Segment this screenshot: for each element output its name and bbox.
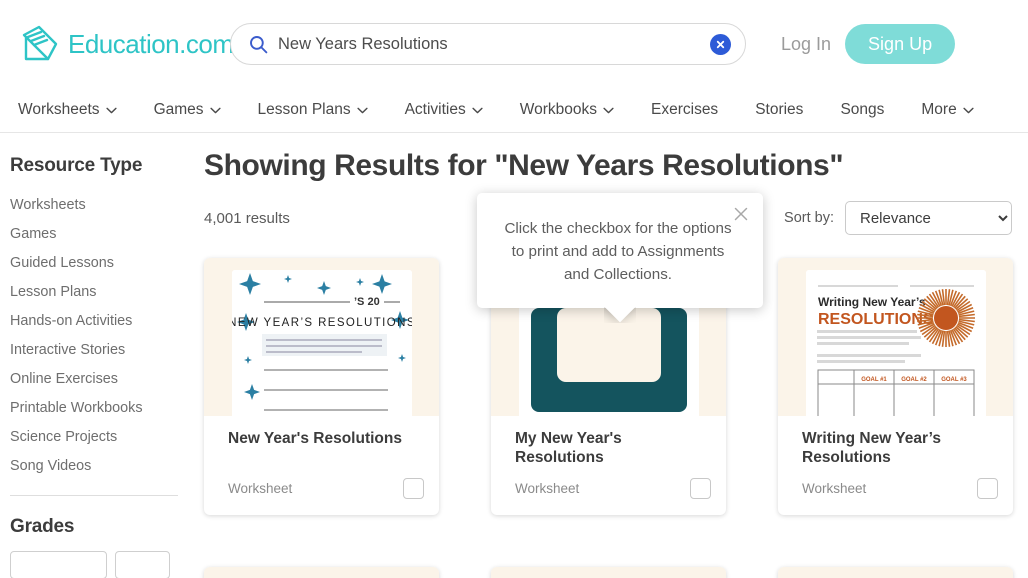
nav-item-label: Songs — [840, 101, 885, 118]
sidebar-item-science-projects[interactable]: Science Projects — [10, 423, 182, 452]
svg-text:Writing New Year’s: Writing New Year’s — [818, 295, 926, 309]
nav-item-label: Activities — [404, 101, 466, 118]
nav-item-games[interactable]: Games — [154, 101, 237, 119]
sidebar-item-online-exercises[interactable]: Online Exercises — [10, 365, 182, 394]
resource-type-list: Worksheets Games Guided Lessons Lesson Plan… — [10, 191, 182, 481]
card-thumbnail[interactable]: Writing New Year’s RESOLUTIONS GOAL #1 GOAL… — [778, 258, 1013, 416]
close-icon[interactable] — [732, 205, 750, 223]
sign-up-button[interactable]: Sign Up — [845, 24, 956, 64]
nav-item-label: Stories — [755, 101, 804, 118]
svg-text:NEW YEAR’S RESOLUTIONS: NEW YEAR’S RESOLUTIONS — [232, 317, 412, 329]
nav-item-activities[interactable]: Activities — [405, 101, 499, 119]
tooltip-text: Click the checkbox for the options to pr… — [504, 220, 732, 284]
tooltip-arrow — [604, 307, 636, 323]
card-thumbnail[interactable]: New Year’s Ball Drop Coloring PageEvery … — [204, 567, 439, 578]
log-in-link[interactable]: Log In — [777, 30, 835, 59]
checkbox-hint-tooltip: Click the checkbox for the options to pr… — [477, 193, 763, 309]
card-footer: Worksheet — [778, 469, 1013, 515]
card-footer: Worksheet — [204, 469, 439, 515]
nav-item-more[interactable]: More — [921, 101, 989, 119]
grade-range-inputs — [10, 551, 182, 578]
chevron-down-icon — [603, 107, 614, 114]
results-count: 4,001 results — [204, 209, 290, 227]
search-icon — [249, 35, 268, 54]
sidebar-item-printable-workbooks[interactable]: Printable Workbooks — [10, 394, 182, 423]
nav-item-label: More — [921, 101, 957, 118]
chevron-down-icon — [356, 107, 368, 114]
card-checkbox[interactable] — [690, 478, 711, 499]
site-header: Education.com Log In Sign Up — [0, 0, 1028, 88]
worksheet-preview-icon: ’S 20 NEW YEAR’S RESOLUTIONS — [231, 270, 412, 416]
nav-item-label: Workbooks — [519, 101, 597, 118]
card-resource-type: Worksheet — [802, 481, 867, 496]
svg-text:GOAL #2: GOAL #2 — [901, 377, 927, 383]
grade-to-input[interactable] — [115, 551, 170, 578]
grades-heading: Grades — [10, 516, 75, 537]
page-body: Resource Type Worksheets Games Guided Less… — [0, 133, 1028, 578]
nav-item-stories[interactable]: Stories — [755, 101, 819, 119]
auth-actions: Log In Sign Up — [777, 24, 956, 64]
card-title: My New Year's Resolutions — [515, 430, 622, 467]
svg-text:GOAL #3: GOAL #3 — [941, 377, 967, 383]
clear-search-icon[interactable] — [710, 33, 731, 55]
grade-from-input[interactable] — [10, 551, 107, 578]
sidebar-item-guided-lessons[interactable]: Guided Lessons — [10, 249, 182, 278]
result-card[interactable]: Writing New Year’s RESOLUTIONS GOAL #1 GOAL… — [778, 258, 1013, 515]
sidebar-item-worksheets[interactable]: Worksheets — [10, 191, 182, 220]
filters-sidebar: Resource Type Worksheets Games Guided Less… — [0, 133, 196, 578]
nav-item-worksheets[interactable]: Worksheets — [18, 101, 133, 119]
chevron-down-icon — [209, 107, 221, 114]
nav-item-label: Exercises — [651, 101, 719, 118]
site-logo[interactable]: Education.com — [16, 21, 234, 67]
card-title: New Year's Resolutions — [228, 430, 402, 447]
card-thumbnail[interactable]: Creative — [778, 567, 1013, 578]
card-thumbnail[interactable] — [491, 567, 726, 578]
resource-type-heading: Resource Type — [10, 155, 143, 176]
chevron-down-icon — [472, 107, 483, 114]
sidebar-item-hands-on-activities[interactable]: Hands-on Activities — [10, 307, 182, 336]
svg-text:GOAL #1: GOAL #1 — [861, 377, 887, 383]
search-input[interactable] — [278, 34, 710, 54]
nav-item-workbooks[interactable]: Workbooks — [520, 101, 630, 119]
worksheet-preview-icon: Writing New Year’s RESOLUTIONS GOAL #1 GOAL… — [805, 270, 986, 416]
pencil-logo-icon — [16, 21, 62, 67]
sidebar-item-lesson-plans[interactable]: Lesson Plans — [10, 278, 182, 307]
search-box[interactable] — [230, 23, 746, 65]
nav-item-label: Worksheets — [18, 101, 100, 118]
card-body: My New Year's Resolutions — [491, 416, 726, 469]
results-main: Showing Results for "New Years Resolutio… — [196, 133, 1028, 578]
result-card[interactable] — [491, 567, 726, 578]
card-checkbox[interactable] — [403, 478, 424, 499]
nav-item-songs[interactable]: Songs — [840, 101, 900, 119]
nav-item-label: Lesson Plans — [257, 101, 351, 118]
nav-item-exercises[interactable]: Exercises — [651, 101, 734, 119]
card-resource-type: Worksheet — [228, 481, 293, 496]
sort-by-label: Sort by: — [784, 210, 834, 226]
card-thumbnail[interactable]: ’S 20 NEW YEAR’S RESOLUTIONS — [204, 258, 439, 416]
result-card[interactable]: Creative — [778, 567, 1013, 578]
svg-text:’S 20: ’S 20 — [354, 296, 380, 308]
chevron-down-icon — [105, 107, 117, 114]
card-resource-type: Worksheet — [515, 481, 580, 496]
card-body: Writing New Year’s Resolutions — [778, 416, 1013, 469]
sidebar-item-games[interactable]: Games — [10, 220, 182, 249]
svg-text:RESOLUTIONS: RESOLUTIONS — [818, 311, 934, 328]
nav-item-label: Games — [153, 101, 204, 118]
result-card[interactable]: ’S 20 NEW YEAR’S RESOLUTIONS New Year's Re… — [204, 258, 439, 515]
nav-item-lesson-plans[interactable]: Lesson Plans — [258, 101, 384, 119]
sort-by-select[interactable]: Relevance — [845, 201, 1012, 235]
card-body: New Year's Resolutions — [204, 416, 439, 469]
primary-nav: Worksheets Games Lesson Plans Activities Wor… — [0, 88, 1028, 133]
sidebar-item-interactive-stories[interactable]: Interactive Stories — [10, 336, 182, 365]
card-checkbox[interactable] — [977, 478, 998, 499]
sidebar-item-song-videos[interactable]: Song Videos — [10, 452, 182, 481]
sidebar-divider — [10, 495, 178, 496]
page-title: Showing Results for "New Years Resolutio… — [204, 149, 844, 182]
chevron-down-icon — [963, 107, 974, 114]
card-footer: Worksheet — [491, 469, 726, 515]
card-title: Writing New Year’s Resolutions — [802, 430, 941, 467]
sort-control: Sort by: Relevance — [784, 201, 1012, 235]
logo-text: Education.com — [68, 28, 234, 59]
result-card[interactable]: New Year’s Ball Drop Coloring PageEvery … — [204, 567, 439, 578]
